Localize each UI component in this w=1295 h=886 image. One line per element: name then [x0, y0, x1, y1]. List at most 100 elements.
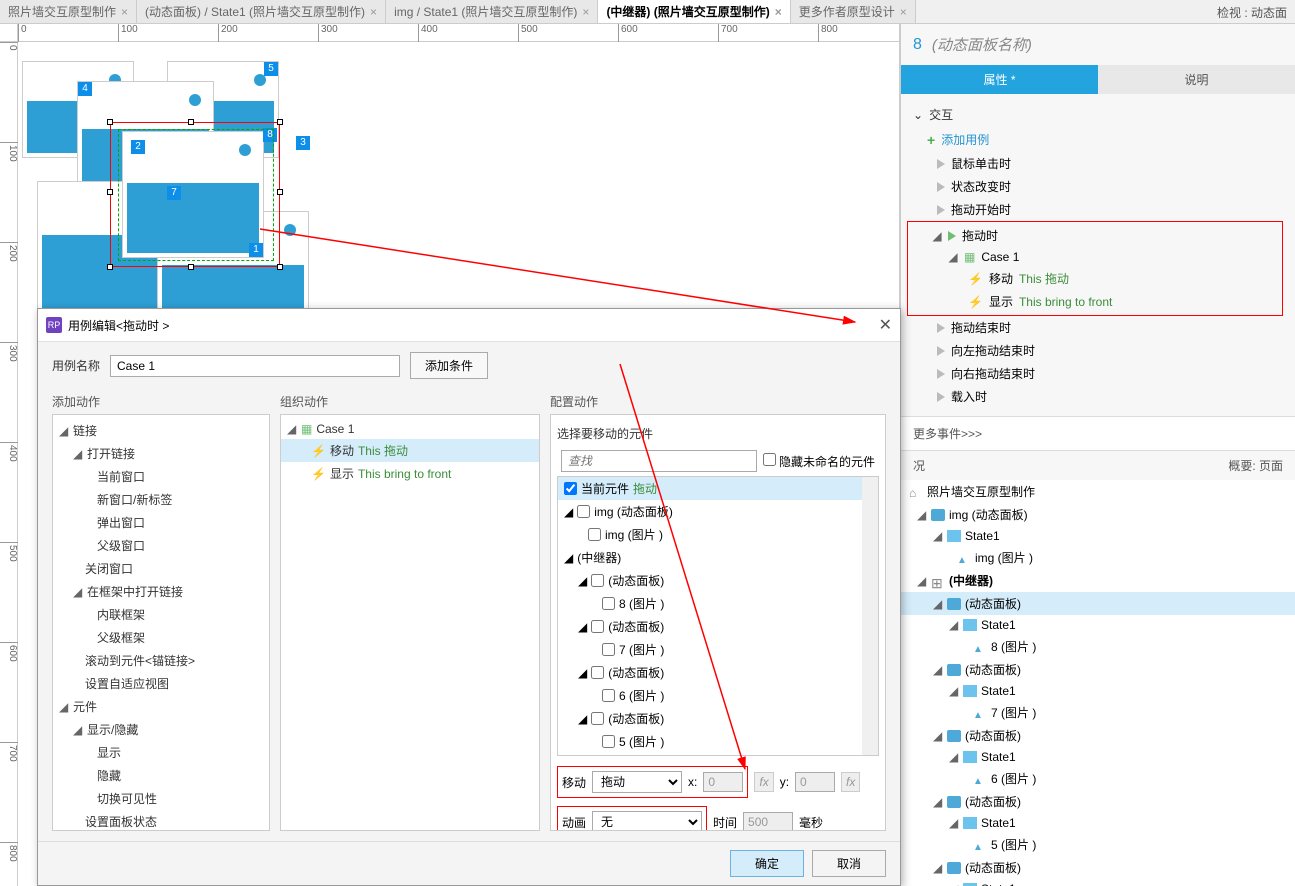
outline-item[interactable]: ◢State1: [901, 526, 1295, 546]
cancel-button[interactable]: 取消: [812, 850, 886, 877]
outline-item[interactable]: ◢(动态面板): [901, 790, 1295, 813]
widget-checkbox[interactable]: [591, 712, 604, 725]
tree-item[interactable]: 滚动到元件<锚链接>: [53, 649, 269, 672]
action-show[interactable]: ⚡显示 This bring to front: [281, 462, 539, 485]
tree-item[interactable]: 隐藏: [53, 764, 269, 787]
tree-item[interactable]: ◢显示/隐藏: [53, 718, 269, 741]
tree-item[interactable]: ◢打开链接: [53, 442, 269, 465]
case-action-show[interactable]: ⚡显示 This bring to front: [908, 290, 1282, 313]
tree-row[interactable]: 5 (图片 ): [558, 730, 878, 753]
ok-button[interactable]: 确定: [730, 850, 804, 877]
tree-item[interactable]: 新窗口/新标签: [53, 488, 269, 511]
close-icon[interactable]: ×: [370, 5, 377, 19]
anim-type-select[interactable]: 无: [592, 811, 702, 831]
tree-row[interactable]: ◢(动态面板): [558, 569, 878, 592]
tree-item[interactable]: ◢链接: [53, 419, 269, 442]
more-events-button[interactable]: 更多事件>>>: [901, 416, 1295, 451]
tree-row[interactable]: 8 (图片 ): [558, 592, 878, 615]
widget-checkbox[interactable]: [588, 528, 601, 541]
tree-item[interactable]: ◢▦ Case 1: [281, 419, 539, 439]
widget-search-input[interactable]: [561, 450, 757, 472]
outline-item[interactable]: ◢(动态面板): [901, 658, 1295, 681]
outline-item[interactable]: ◢(中继器): [901, 569, 1295, 592]
event-onclick[interactable]: 鼠标单击时: [913, 152, 1283, 175]
tree-item[interactable]: ◢元件: [53, 695, 269, 718]
tree-row[interactable]: ◢(动态面板): [558, 707, 878, 730]
widget-checkbox[interactable]: [577, 505, 590, 518]
tree-item[interactable]: 设置面板状态: [53, 810, 269, 831]
outline-item[interactable]: 8 (图片 ): [901, 635, 1295, 658]
photo-widget-selected[interactable]: 2 7 1 8: [123, 132, 263, 257]
close-icon[interactable]: ×: [775, 5, 782, 19]
tree-row[interactable]: ◢(动态面板): [558, 615, 878, 638]
tab-properties[interactable]: 属性 *: [901, 65, 1098, 94]
tab-img-state1[interactable]: img / State1 (照片墙交互原型制作)×: [386, 0, 598, 23]
tree-item[interactable]: 内联框架: [53, 603, 269, 626]
fx-button-x[interactable]: fx: [754, 772, 773, 792]
outline-item[interactable]: 5 (图片 ): [901, 833, 1295, 856]
close-icon[interactable]: ✕: [879, 315, 892, 335]
tree-row[interactable]: ◢(动态面板): [558, 753, 878, 756]
tab-repeater[interactable]: (中继器) (照片墙交互原型制作)×: [598, 0, 790, 23]
outline-item[interactable]: img (图片 ): [901, 546, 1295, 569]
outline-item[interactable]: ◢State1: [901, 615, 1295, 635]
tree-item[interactable]: 父级窗口: [53, 534, 269, 557]
case-action-move[interactable]: ⚡移动 This 拖动: [908, 267, 1282, 290]
event-onswipeleft[interactable]: 向左拖动结束时: [913, 339, 1283, 362]
tree-item[interactable]: 显示: [53, 741, 269, 764]
case-name-input[interactable]: [110, 355, 400, 377]
event-onswiperight[interactable]: 向右拖动结束时: [913, 362, 1283, 385]
event-onload[interactable]: 载入时: [913, 385, 1283, 408]
widget-checkbox[interactable]: [602, 689, 615, 702]
outline-root[interactable]: 照片墙交互原型制作: [901, 480, 1295, 503]
add-case-button[interactable]: +添加用例: [913, 127, 1283, 152]
outline-item[interactable]: 7 (图片 ): [901, 701, 1295, 724]
widget-checkbox[interactable]: [564, 482, 577, 495]
tree-scrollbar[interactable]: [862, 477, 878, 755]
tree-row[interactable]: ◢(中继器): [558, 546, 878, 569]
outline-item[interactable]: ◢(动态面板): [901, 856, 1295, 879]
event-ondragstart[interactable]: 拖动开始时: [913, 198, 1283, 221]
close-icon[interactable]: ×: [900, 5, 907, 19]
tree-item[interactable]: 设置自适应视图: [53, 672, 269, 695]
tab-notes[interactable]: 说明: [1098, 65, 1295, 94]
hide-unnamed-checkbox[interactable]: 隐藏未命名的元件: [763, 453, 875, 470]
tab-photo-wall[interactable]: 照片墙交互原型制作×: [0, 0, 137, 23]
widget-checkbox[interactable]: [591, 620, 604, 633]
close-icon[interactable]: ×: [582, 5, 589, 19]
outline-item[interactable]: ◢State1: [901, 747, 1295, 767]
tree-item[interactable]: 切换可见性: [53, 787, 269, 810]
outline-item[interactable]: ◢State1: [901, 681, 1295, 701]
tab-dp-state1[interactable]: (动态面板) / State1 (照片墙交互原型制作)×: [137, 0, 386, 23]
tree-row-current[interactable]: 当前元件 拖动: [558, 477, 878, 500]
outline-item[interactable]: ◢State1: [901, 813, 1295, 833]
widget-checkbox[interactable]: [602, 643, 615, 656]
outline-item-selected[interactable]: ◢(动态面板): [901, 592, 1295, 615]
fx-button-y[interactable]: fx: [841, 772, 860, 792]
widget-name-placeholder[interactable]: (动态面板名称): [932, 34, 1032, 55]
section-interactions[interactable]: ⌄交互: [913, 102, 1283, 127]
case-item[interactable]: ◢▦Case 1: [908, 247, 1282, 267]
tree-row[interactable]: ◢(动态面板): [558, 661, 878, 684]
outline-item[interactable]: ◢(动态面板): [901, 724, 1295, 747]
dialog-titlebar[interactable]: RP 用例编辑<拖动时 > ✕: [38, 309, 900, 342]
widget-checkbox[interactable]: [602, 735, 615, 748]
widget-checkbox[interactable]: [591, 666, 604, 679]
tree-row[interactable]: 6 (图片 ): [558, 684, 878, 707]
tree-item[interactable]: ◢在框架中打开链接: [53, 580, 269, 603]
add-condition-button[interactable]: 添加条件: [410, 352, 488, 379]
widget-checkbox[interactable]: [591, 574, 604, 587]
event-onstatechange[interactable]: 状态改变时: [913, 175, 1283, 198]
tree-item[interactable]: 当前窗口: [53, 465, 269, 488]
action-move-selected[interactable]: ⚡移动 This 拖动: [281, 439, 539, 462]
outline-item[interactable]: ◢State1: [901, 879, 1295, 886]
tree-item[interactable]: 父级框架: [53, 626, 269, 649]
outline-item[interactable]: 6 (图片 ): [901, 767, 1295, 790]
tree-item[interactable]: 弹出窗口: [53, 511, 269, 534]
tree-row[interactable]: 7 (图片 ): [558, 638, 878, 661]
widget-checkbox[interactable]: [602, 597, 615, 610]
event-ondrag[interactable]: ◢拖动时: [908, 224, 1282, 247]
move-type-select[interactable]: 拖动: [592, 771, 682, 793]
event-ondragend[interactable]: 拖动结束时: [913, 316, 1283, 339]
outline-item[interactable]: ◢img (动态面板): [901, 503, 1295, 526]
